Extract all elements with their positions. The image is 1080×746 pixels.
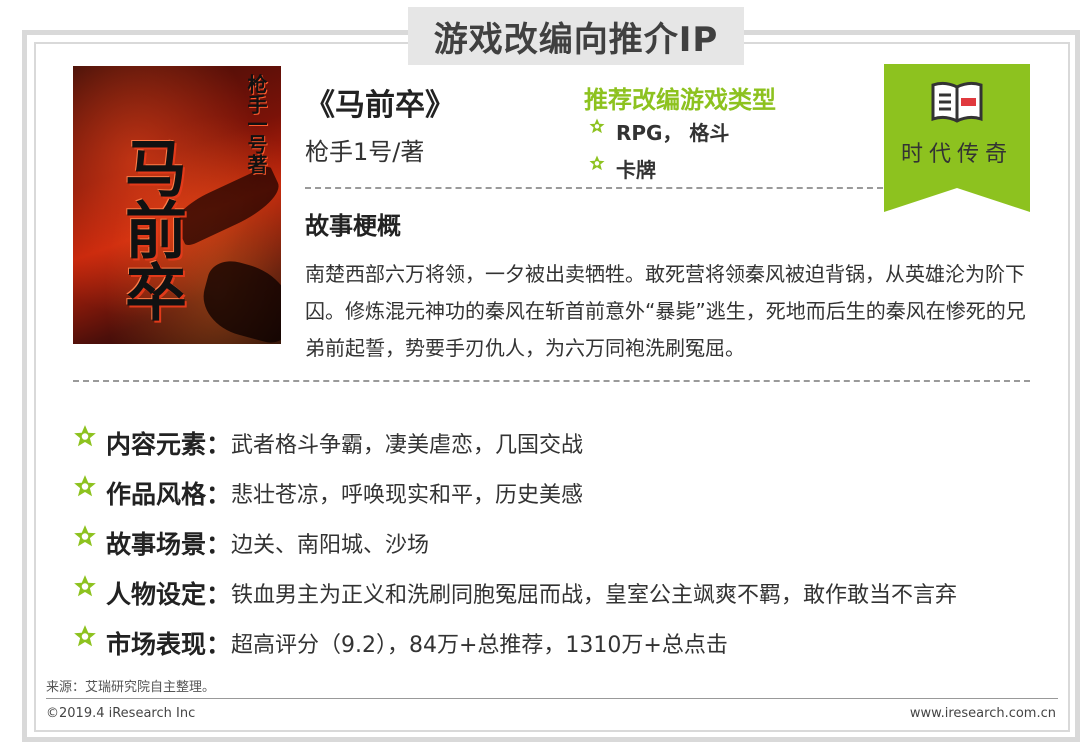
story-heading: 故事梗概 xyxy=(305,212,401,240)
recommend-item: 卡牌 xyxy=(588,154,656,183)
cover-author: 枪手一号著 xyxy=(244,74,268,174)
badge-label: 时代传奇 xyxy=(900,142,1013,167)
attribute-row: 内容元素： 武者格斗争霸，凄美虐恋，几国交战 xyxy=(72,418,1072,468)
cover-title: 马前卒 xyxy=(114,136,187,322)
attribute-value: 悲壮苍凉，呼唤现实和平，历史美感 xyxy=(231,483,584,508)
source-note: 来源：艾瑞研究院自主整理。 xyxy=(46,680,216,695)
star-icon xyxy=(74,425,96,447)
attribute-value: 武者格斗争霸，凄美虐恋，几国交战 xyxy=(231,433,584,458)
genre-badge: 时代传奇 xyxy=(884,64,1030,212)
attribute-list: 内容元素： 武者格斗争霸，凄美虐恋，几国交战 作品风格： 悲壮苍凉，呼唤现实和平… xyxy=(72,418,1072,668)
recommend-heading: 推荐改编游戏类型 xyxy=(584,86,776,114)
star-icon xyxy=(74,525,96,547)
star-icon xyxy=(589,118,605,133)
recommend-item-label: RPG， 格斗 xyxy=(616,121,730,145)
star-icon xyxy=(74,625,96,647)
attribute-label: 作品风格： xyxy=(106,480,232,509)
title-banner: 游戏改编向推介IP xyxy=(408,7,744,65)
attribute-value: 边关、南阳城、沙场 xyxy=(231,533,430,558)
star-icon xyxy=(74,475,96,497)
attribute-label: 内容元素： xyxy=(106,430,232,459)
star-icon xyxy=(589,155,605,170)
divider xyxy=(305,187,883,189)
footer-divider xyxy=(46,698,1058,699)
recommend-item-label: 卡牌 xyxy=(616,158,656,182)
attribute-label: 故事场景： xyxy=(106,530,232,559)
divider xyxy=(73,380,1030,382)
book-author: 枪手1号/著 xyxy=(305,138,425,166)
copyright: ©2019.4 iResearch Inc xyxy=(46,706,196,721)
attribute-value: 铁血男主为正义和洗刷同胞冤屈而战，皇室公主飒爽不羁，敢作敢当不言弃 xyxy=(231,583,958,608)
attribute-row: 人物设定： 铁血男主为正义和洗刷同胞冤屈而战，皇室公主飒爽不羁，敢作敢当不言弃 xyxy=(72,568,1072,618)
attribute-value: 超高评分（9.2），84万+总推荐，1310万+总点击 xyxy=(231,633,728,658)
website-link[interactable]: www.iresearch.com.cn xyxy=(910,706,1056,721)
page-title: 游戏改编向推介IP xyxy=(433,19,719,60)
attribute-row: 市场表现： 超高评分（9.2），84万+总推荐，1310万+总点击 xyxy=(72,618,1072,668)
open-book-icon xyxy=(931,81,983,123)
attribute-row: 故事场景： 边关、南阳城、沙场 xyxy=(72,518,1072,568)
attribute-label: 人物设定： xyxy=(106,580,232,609)
attribute-row: 作品风格： 悲壮苍凉，呼唤现实和平，历史美感 xyxy=(72,468,1072,518)
book-name: 《马前卒》 xyxy=(305,88,455,123)
recommend-item: RPG， 格斗 xyxy=(588,117,729,146)
story-text: 南楚西部六万将领，一夕被出卖牺牲。敢死营将领秦风被迫背锅，从英雄沦为阶下囚。修炼… xyxy=(305,262,1026,360)
book-cover-image: 马前卒 枪手一号著 xyxy=(73,66,281,344)
star-icon xyxy=(74,575,96,597)
attribute-label: 市场表现： xyxy=(106,630,232,659)
